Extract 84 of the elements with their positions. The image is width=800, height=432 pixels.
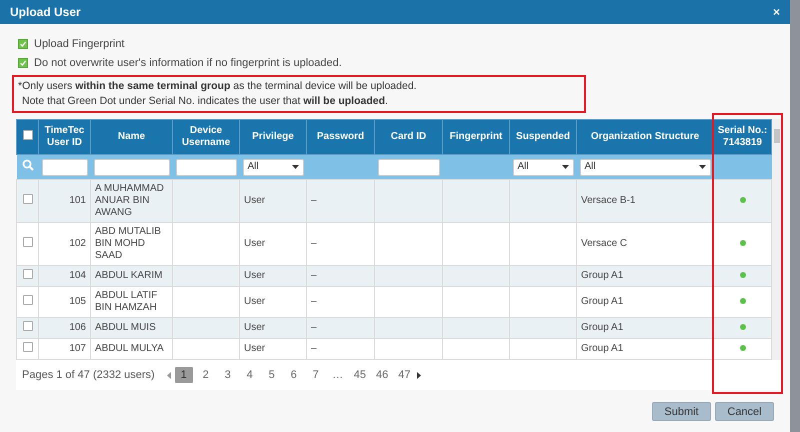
search-icon[interactable] xyxy=(22,159,34,171)
table-cell: – xyxy=(306,286,374,318)
table-cell: User xyxy=(240,318,306,338)
column-header: Password xyxy=(306,120,374,154)
table-cell: – xyxy=(306,180,374,222)
table-cell: Group A1 xyxy=(576,318,714,338)
page-link[interactable]: 46 xyxy=(372,367,392,383)
table-cell: A MUHAMMAD ANUAR BIN AWANG xyxy=(90,180,172,222)
table-cell: Group A1 xyxy=(576,338,714,360)
page-link[interactable]: 1 xyxy=(174,367,193,383)
row-checkbox[interactable] xyxy=(22,295,32,305)
column-header: Serial No.: 7143819 xyxy=(714,120,772,154)
caret-icon xyxy=(562,165,568,169)
table-cell: ABDUL MULYA xyxy=(90,338,172,360)
filter-field[interactable] xyxy=(94,158,170,176)
table-cell: Versace B-1 xyxy=(576,180,714,222)
column-header: Name xyxy=(90,120,172,154)
table-cell: Group A1 xyxy=(576,286,714,318)
checkbox[interactable] xyxy=(18,58,28,68)
table-cell: – xyxy=(306,222,374,266)
option-label: Do not overwrite user's information if no fingerprint is uploaded. xyxy=(34,56,342,68)
column-header: TimeTec User ID xyxy=(38,120,90,154)
row-checkbox[interactable] xyxy=(22,321,32,331)
scrollbar[interactable] xyxy=(772,119,781,360)
table-cell: ABDUL LATIF BIN HAMZAH xyxy=(90,286,172,318)
table-cell: User xyxy=(240,266,306,286)
page-link[interactable]: 4 xyxy=(240,367,259,383)
page-link[interactable]: … xyxy=(328,367,347,383)
table-cell: – xyxy=(306,318,374,338)
table-cell: 102 xyxy=(38,222,90,266)
filter-field[interactable] xyxy=(176,158,236,176)
column-header: Suspended xyxy=(510,120,576,154)
filter-field[interactable] xyxy=(378,158,440,176)
filter-dropdown[interactable]: All xyxy=(580,158,710,176)
table-cell: User xyxy=(240,222,306,266)
page-summary: Pages 1 of 47 (2332 users) xyxy=(22,369,155,381)
column-header: Card ID xyxy=(374,120,442,154)
row-checkbox[interactable] xyxy=(22,269,32,279)
select-all-checkbox[interactable] xyxy=(22,130,32,140)
caret-icon xyxy=(292,165,298,169)
checkbox[interactable] xyxy=(18,38,28,48)
table-cell: 106 xyxy=(38,318,90,338)
note-text: Note that Green Dot under Serial No. indicates the user that will be uploaded. xyxy=(21,95,389,108)
filter-dropdown[interactable]: All xyxy=(512,158,574,176)
row-checkbox[interactable] xyxy=(22,194,32,204)
page-link[interactable]: 7 xyxy=(306,367,325,383)
next-page-icon[interactable] xyxy=(417,372,422,378)
table-cell: ABD MUTALIB BIN MOHD SAAD xyxy=(90,222,172,266)
column-header: Organization Structure xyxy=(576,120,714,154)
option-label: Upload Fingerprint xyxy=(34,38,124,50)
scrollbar-thumb[interactable] xyxy=(774,129,780,143)
table-cell: 105 xyxy=(38,286,90,318)
table-cell: – xyxy=(306,338,374,360)
filter-dropdown[interactable]: All xyxy=(242,158,304,176)
table-cell: Group A1 xyxy=(576,266,714,286)
table-cell: ABDUL KARIM xyxy=(90,266,172,286)
page-link[interactable]: 3 xyxy=(218,367,237,383)
page-link[interactable]: 6 xyxy=(284,367,303,383)
row-checkbox[interactable] xyxy=(22,237,32,247)
caret-icon xyxy=(698,165,706,169)
table-cell: User xyxy=(240,286,306,318)
column-header: Fingerprint xyxy=(442,120,510,154)
table-cell: 104 xyxy=(38,266,90,286)
table-cell: – xyxy=(306,266,374,286)
dialog-button[interactable]: Cancel xyxy=(715,402,774,421)
page-link[interactable]: 47 xyxy=(395,367,414,383)
close-button[interactable]: × xyxy=(772,5,780,19)
page-link[interactable]: 2 xyxy=(196,367,215,383)
dialog-button[interactable]: Submit xyxy=(652,402,711,421)
column-header: Device Username xyxy=(172,120,240,154)
note-text: *Only users within the same terminal group as the terminal device will be uploaded. xyxy=(18,80,418,93)
window-title: Upload User xyxy=(10,5,81,19)
table-cell: 101 xyxy=(38,180,90,222)
filter-field[interactable] xyxy=(42,158,88,176)
page-link[interactable]: 5 xyxy=(262,367,281,383)
table-cell: User xyxy=(240,180,306,222)
table-cell: 107 xyxy=(38,338,90,360)
table-cell: User xyxy=(240,338,306,360)
page-link[interactable]: 45 xyxy=(350,367,369,383)
previous-page-icon[interactable] xyxy=(166,372,171,378)
table-cell: ABDUL MUIS xyxy=(90,318,172,338)
column-header: Privilege xyxy=(240,120,306,154)
table-cell: Versace C xyxy=(576,222,714,266)
row-checkbox[interactable] xyxy=(22,342,32,352)
